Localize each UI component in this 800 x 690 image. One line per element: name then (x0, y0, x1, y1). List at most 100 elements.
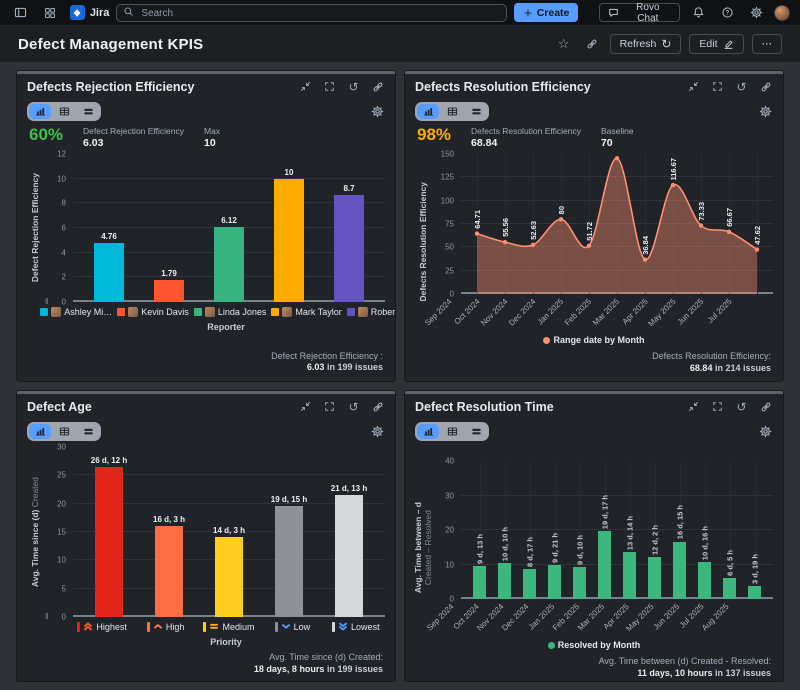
reset-icon[interactable]: ↺ (346, 399, 361, 414)
bar-Feb 2025[interactable]: 19 d, 17 h (598, 531, 611, 599)
avatar (51, 307, 61, 317)
legend-item-Highest[interactable]: Highest (73, 621, 131, 633)
reset-icon[interactable]: ↺ (734, 79, 749, 94)
legend-item-Medium[interactable]: Medium (200, 621, 258, 633)
chart-view-button[interactable] (29, 424, 51, 439)
legend-item-Kevin Davis[interactable]: Kevin Davis (117, 307, 189, 317)
user-avatar[interactable] (774, 5, 790, 21)
settings-icon[interactable] (745, 3, 767, 23)
reset-icon[interactable]: ↺ (346, 79, 361, 94)
rovo-chat-button[interactable]: Rovo Chat (599, 3, 680, 22)
legend-item-High[interactable]: High (136, 621, 194, 633)
legend-item-Mark Taylor[interactable]: Mark Taylor (271, 307, 341, 317)
bar-slot: 1.79 (139, 154, 199, 302)
notifications-icon[interactable] (687, 3, 709, 23)
create-button[interactable]: Create (514, 3, 579, 22)
fullscreen-icon[interactable] (322, 399, 337, 414)
gear-icon[interactable] (758, 104, 773, 119)
chart-view-button[interactable] (417, 104, 439, 119)
bar-Oct 2024[interactable]: 10 d, 10 h (498, 563, 511, 599)
legend-item-Ashley Mi…[interactable]: Ashley Mi… (40, 307, 112, 317)
legend-item-Resolved by Month[interactable]: Resolved by Month (548, 640, 641, 650)
link-icon[interactable] (370, 399, 385, 414)
bar-value-label: 19 d, 15 h (271, 495, 307, 504)
bar-Linda Jones[interactable]: 6.12 (214, 227, 244, 302)
bar-Lowest[interactable]: 21 d, 13 h (335, 495, 363, 617)
bar-Aug 2025[interactable]: 3 d, 19 h (748, 586, 761, 599)
list-view-button[interactable] (77, 424, 99, 439)
bar-Mark Taylor[interactable]: 10 (274, 179, 304, 302)
link-icon[interactable] (758, 79, 773, 94)
bar-value-label: 3 d, 19 h (750, 554, 759, 584)
legend-item-Range date by Month[interactable]: Range date by Month (543, 335, 644, 345)
legend-item-Low[interactable]: Low (263, 621, 321, 633)
bar-Sep 2024[interactable]: 9 d, 13 h (473, 566, 486, 599)
bar-Jan 2025[interactable]: 9 d, 10 h (573, 567, 586, 599)
create-button-label: Create (537, 7, 570, 19)
bar-Dec 2024[interactable]: 9 d, 21 h (548, 565, 561, 599)
jira-logo[interactable]: Jira (70, 5, 110, 20)
app-switcher-icon[interactable] (39, 3, 61, 23)
bar-Medium[interactable]: 14 d, 3 h (215, 537, 243, 617)
rovo-chat-label: Rovo Chat (624, 2, 671, 24)
minimize-icon[interactable] (686, 79, 701, 94)
bar-Jun 2025[interactable]: 10 d, 16 h (698, 562, 711, 599)
list-view-button[interactable] (77, 104, 99, 119)
gear-icon[interactable] (758, 424, 773, 439)
view-toggle (27, 422, 101, 441)
table-view-button[interactable] (53, 104, 75, 119)
bar-Ashley Mi…[interactable]: 4.76 (94, 243, 124, 302)
legend-label: Ashley Mi… (64, 307, 112, 317)
help-icon[interactable]: ? (716, 3, 738, 23)
bar-Highest[interactable]: 26 d, 12 h (95, 467, 123, 617)
kpi-summary: 60% Defect Rejection Efficiency 6.03 Max… (27, 123, 385, 154)
bar-Mar 2025[interactable]: 13 d, 14 h (623, 552, 636, 599)
more-button[interactable]: ⋯ (752, 34, 783, 54)
refresh-button[interactable]: Refresh ↻ (610, 34, 682, 54)
link-icon[interactable] (758, 399, 773, 414)
list-view-button[interactable] (465, 104, 487, 119)
bar-Apr 2025[interactable]: 12 d, 2 h (648, 557, 661, 599)
link-icon[interactable] (370, 79, 385, 94)
bar-High[interactable]: 16 d, 3 h (155, 526, 183, 617)
legend-item-Robert Cl…[interactable]: Robert Cl… (347, 307, 396, 317)
x-tick-label: Aug 2025 (700, 602, 731, 633)
minimize-icon[interactable] (298, 399, 313, 414)
reset-icon[interactable]: ↺ (734, 399, 749, 414)
bar-Robert Cl…[interactable]: 8.7 (334, 195, 364, 302)
legend-item-Linda Jones[interactable]: Linda Jones (194, 307, 267, 317)
gear-icon[interactable] (370, 424, 385, 439)
chart-view-button[interactable] (417, 424, 439, 439)
minimize-icon[interactable] (686, 399, 701, 414)
point-value-label: 64.71 (473, 210, 482, 229)
legend-item-Lowest[interactable]: Lowest (327, 621, 385, 633)
share-link-icon[interactable] (582, 34, 602, 54)
axis-drag-handle[interactable]: ‖ (45, 612, 48, 621)
table-view-button[interactable] (53, 424, 75, 439)
area-chart[interactable]: 64.7155.5652.638051.72145.4536.84116.677… (461, 154, 773, 294)
fullscreen-icon[interactable] (710, 399, 725, 414)
bar-Kevin Davis[interactable]: 1.79 (154, 280, 184, 302)
axis-drag-handle[interactable]: ‖ (45, 297, 48, 306)
bar-chart[interactable]: 9 d, 13 h 10 d, 10 h 8 d, 17 h 9 d, 21 h 9 d… (461, 461, 773, 599)
chart-view-button[interactable] (29, 104, 51, 119)
bar-Jul 2025[interactable]: 6 d, 5 h (723, 578, 736, 599)
bar-May 2025[interactable]: 16 d, 15 h (673, 542, 686, 599)
table-view-button[interactable] (441, 424, 463, 439)
fullscreen-icon[interactable] (710, 79, 725, 94)
star-icon[interactable]: ☆ (554, 34, 574, 54)
minimize-icon[interactable] (298, 79, 313, 94)
search-input[interactable] (116, 4, 506, 22)
sidebar-toggle-icon[interactable] (10, 3, 32, 23)
bar-chart[interactable]: 4.76 1.79 6.12 10 8.7 (73, 154, 385, 302)
bar-Nov 2024[interactable]: 8 d, 17 h (523, 569, 536, 599)
list-view-button[interactable] (465, 424, 487, 439)
fullscreen-icon[interactable] (322, 79, 337, 94)
edit-button[interactable]: Edit (689, 34, 743, 54)
bar-slot: 6 d, 5 h (717, 461, 742, 599)
table-view-button[interactable] (441, 104, 463, 119)
gear-icon[interactable] (370, 104, 385, 119)
y-tick-label: 25 (57, 471, 66, 480)
bar-chart[interactable]: 26 d, 12 h 16 d, 3 h 14 d, 3 h 19 d, 15 h 21… (73, 447, 385, 617)
bar-Low[interactable]: 19 d, 15 h (275, 506, 303, 617)
